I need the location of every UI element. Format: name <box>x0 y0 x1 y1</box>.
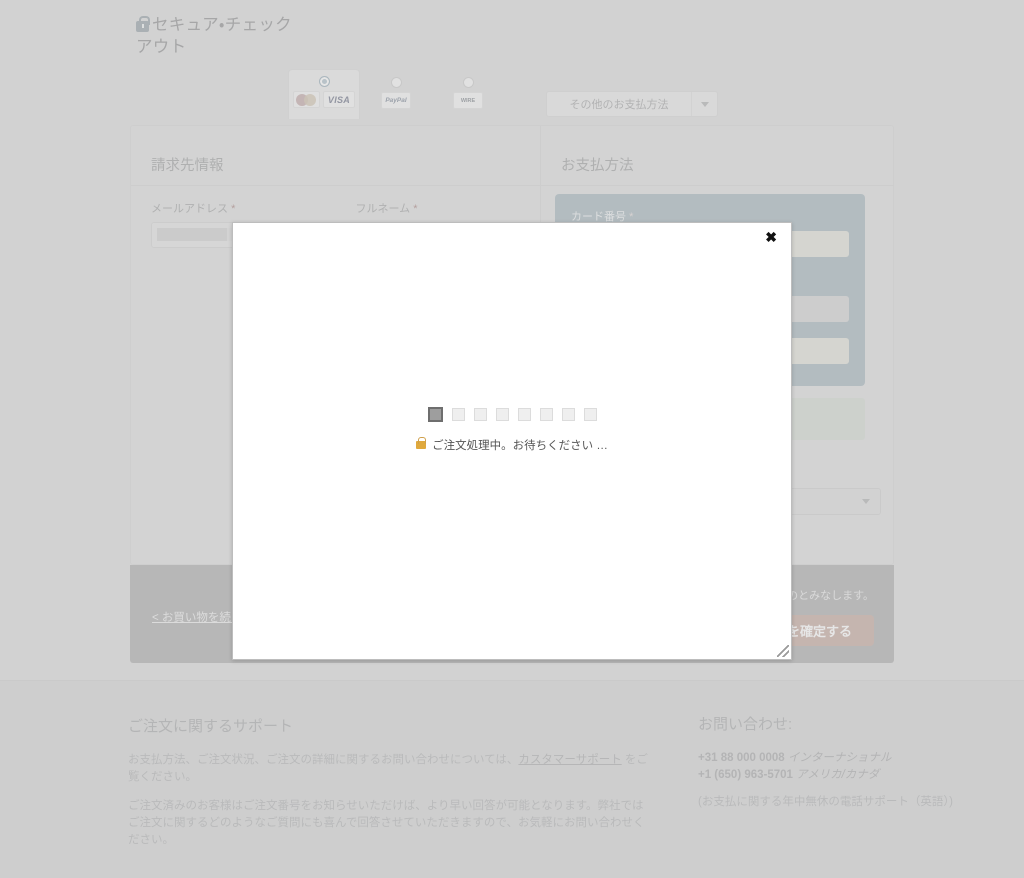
phone-international-label: インターナショナル <box>787 752 892 764</box>
contact-heading: お問い合わせ: <box>698 716 793 733</box>
other-payment-methods-dropdown[interactable]: その他のお支払方法 <box>546 91 718 117</box>
other-payment-methods-label: その他のお支払方法 <box>569 99 669 111</box>
processing-message-text: ご注文処理中。お待ちください … <box>432 440 608 452</box>
checkout-page: セキュア・チェックアウト VISA PayPal WIRE その他のお支払方法 … <box>0 0 1024 878</box>
close-icon[interactable]: ✖ <box>761 228 781 246</box>
chevron-down-icon[interactable] <box>691 92 717 116</box>
phone-us-label: アメリカ/カナダ <box>796 769 880 781</box>
processing-modal: ✖ ご注文処理中。お待ちください … <box>232 222 792 660</box>
resize-handle[interactable] <box>777 645 789 657</box>
radio-paypal[interactable] <box>390 77 402 88</box>
support-paragraph-1: お支払方法、ご注文状況、ご注文の詳細に関するお問い合わせについては、カスタマーサ… <box>128 752 648 786</box>
progress-square <box>451 408 465 421</box>
tab-wire[interactable]: WIRE <box>432 71 504 119</box>
modal-body: ご注文処理中。お待ちください … <box>233 407 791 453</box>
payment-method-tabs: VISA PayPal WIRE その他のお支払方法 <box>288 69 718 119</box>
contact-phone-international: +31 88 000 0008 インターナショナル <box>698 750 998 767</box>
progress-indicator <box>233 407 791 422</box>
page-footer: ご注文に関するサポート お支払方法、ご注文状況、ご注文の詳細に関するお問い合わせ… <box>0 680 1024 878</box>
paypal-icon: PayPal <box>381 92 411 109</box>
fullname-label: フルネーム * <box>356 200 521 216</box>
wire-icon: WIRE <box>453 92 483 109</box>
support-paragraph-2: ご注文済みのお客様はご注文番号をお知らせいただけば、より早い回答が可能となります… <box>128 800 645 846</box>
card-logos: VISA <box>293 91 355 108</box>
progress-square <box>539 408 553 421</box>
lock-icon <box>136 16 150 32</box>
page-title: セキュア・チェックアウト <box>136 14 306 58</box>
progress-square <box>427 407 443 422</box>
contact-note: (お支払に関する年中無休の電話サポート（英語）) <box>698 796 953 808</box>
support-paragraph-1-before: お支払方法、ご注文状況、ご注文の詳細に関するお問い合わせについては、 <box>128 754 519 766</box>
lock-icon <box>416 437 427 449</box>
radio-credit-card[interactable] <box>318 76 330 87</box>
radio-wire[interactable] <box>462 77 474 88</box>
email-label-text: メールアドレス <box>151 203 228 215</box>
payment-section-title: お支払方法 <box>541 126 894 186</box>
fullname-required-asterisk: * <box>413 203 418 215</box>
progress-square <box>583 408 597 421</box>
billing-section-title: 請求先情報 <box>131 126 540 186</box>
footer-contact-section: お問い合わせ: +31 88 000 0008 インターナショナル +1 (65… <box>698 713 998 811</box>
contact-phone-us: +1 (650) 963-5701 アメリカ/カナダ <box>698 767 998 784</box>
progress-square <box>561 408 575 421</box>
support-heading: ご注文に関するサポート <box>128 718 294 735</box>
progress-square <box>495 408 509 421</box>
fullname-label-text: フルネーム <box>355 203 411 215</box>
tab-paypal[interactable]: PayPal <box>360 71 432 119</box>
page-title-text: セキュア・チェックアウト <box>136 16 292 56</box>
visa-icon: VISA <box>323 91 355 108</box>
phone-international-number: +31 88 000 0008 <box>698 752 785 764</box>
chevron-down-icon <box>862 499 870 504</box>
tab-credit-card[interactable]: VISA <box>288 69 360 119</box>
progress-square <box>517 408 531 421</box>
progress-square <box>473 408 487 421</box>
footer-support-section: ご注文に関するサポート お支払方法、ご注文状況、ご注文の詳細に関するお問い合わせ… <box>128 715 648 861</box>
email-required-asterisk: * <box>231 203 236 215</box>
customer-support-link[interactable]: カスタマーサポート <box>518 754 621 766</box>
processing-message: ご注文処理中。お待ちください … <box>233 437 791 453</box>
phone-us-number: +1 (650) 963-5701 <box>698 769 793 781</box>
mastercard-icon <box>293 91 320 108</box>
email-label: メールアドレス * <box>151 200 316 216</box>
